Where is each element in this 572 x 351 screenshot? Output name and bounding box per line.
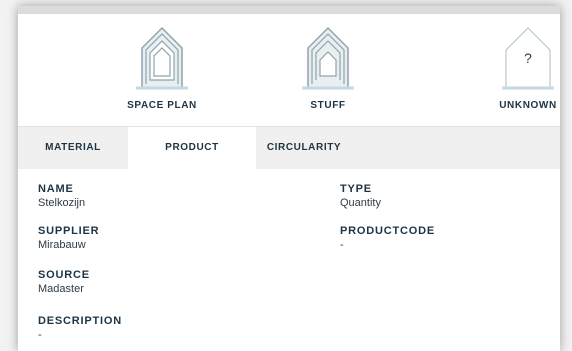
field-supplier-label: SUPPLIER	[38, 225, 100, 237]
field-supplier: SUPPLIER Mirabauw	[38, 225, 99, 252]
unknown-question-mark: ?	[524, 50, 532, 66]
field-type: TYPE Quantity	[340, 183, 381, 210]
field-productcode-value: -	[340, 239, 344, 251]
field-supplier-value: Mirabauw	[38, 239, 86, 251]
field-source-value: Madaster	[38, 283, 84, 295]
layer-stuff[interactable]: STUFF	[268, 14, 388, 124]
house-space-plan-icon	[136, 26, 188, 90]
info-tabs: MATERIAL PRODUCT CIRCULARITY	[18, 126, 560, 169]
field-source: SOURCE Madaster	[38, 269, 90, 296]
field-productcode: PRODUCTCODE -	[340, 225, 435, 252]
layer-stuff-label: STUFF	[310, 100, 346, 111]
field-description: DESCRIPTION -	[38, 315, 122, 342]
material-info-panel: SPACE PLAN STUFF ? UNKNOWN MATERIAL PROD…	[18, 6, 560, 351]
layer-space-plan-label: SPACE PLAN	[127, 100, 197, 111]
layer-unknown[interactable]: ? UNKNOWN	[436, 14, 556, 124]
tab-product[interactable]: PRODUCT	[128, 127, 256, 169]
building-layers: SPACE PLAN STUFF ? UNKNOWN	[18, 14, 560, 126]
tab-circularity[interactable]: CIRCULARITY	[256, 127, 352, 169]
field-productcode-label: PRODUCTCODE	[340, 225, 435, 237]
field-description-value: -	[38, 329, 42, 341]
layer-unknown-label: UNKNOWN	[499, 100, 557, 111]
field-name-label: NAME	[38, 183, 74, 195]
field-source-label: SOURCE	[38, 269, 90, 281]
house-stuff-icon	[302, 26, 354, 90]
field-name-value: Stelkozijn	[38, 197, 86, 209]
field-name: NAME Stelkozijn	[38, 183, 85, 210]
layer-space-plan[interactable]: SPACE PLAN	[102, 14, 222, 124]
panel-top-strip	[18, 6, 560, 14]
field-description-label: DESCRIPTION	[38, 315, 122, 327]
field-type-label: TYPE	[340, 183, 372, 195]
field-type-value: Quantity	[340, 197, 381, 209]
tab-material[interactable]: MATERIAL	[18, 127, 128, 169]
